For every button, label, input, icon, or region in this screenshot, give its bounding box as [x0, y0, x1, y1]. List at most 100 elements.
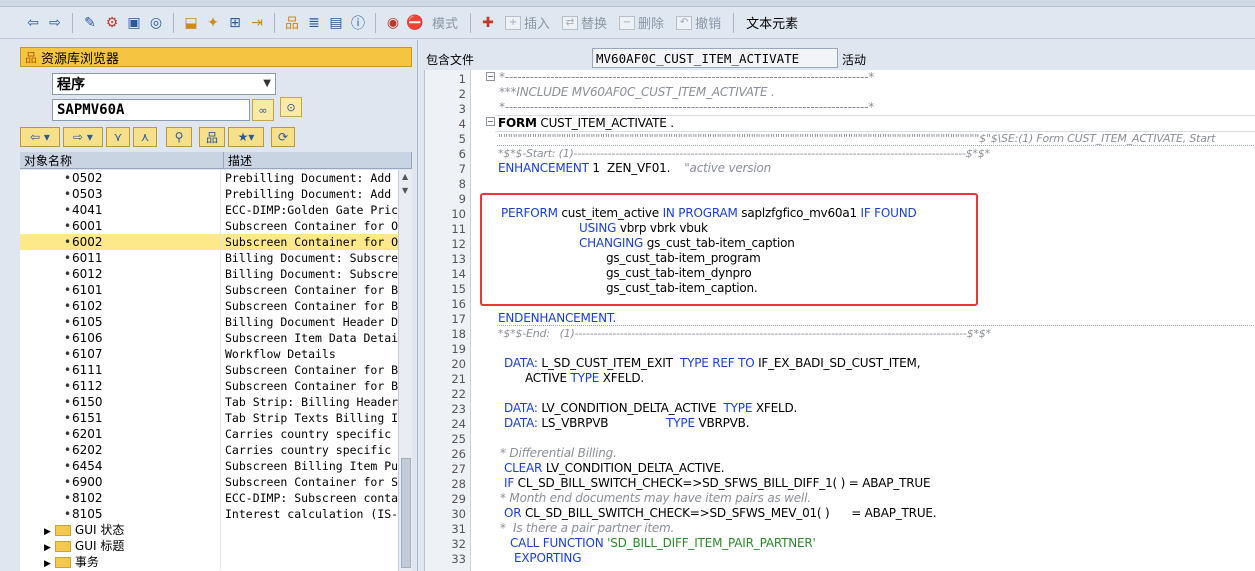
- column-object-name[interactable]: 对象名称: [20, 152, 224, 168]
- stop-icon[interactable]: ⛔: [404, 12, 426, 34]
- display-glasses-button[interactable]: ∞: [252, 99, 274, 121]
- code-area[interactable]: *---------------------------------------…: [495, 70, 1255, 571]
- magic-wand-icon[interactable]: ✦: [202, 12, 224, 34]
- object-type-dropdown[interactable]: 程序 ▼: [52, 73, 276, 95]
- screen-description: Carries country specific detail sc: [220, 442, 398, 458]
- screen-number: 6001: [72, 219, 103, 233]
- expand-arrow-icon[interactable]: ▶: [44, 527, 51, 537]
- tree-row[interactable]: •0503Prebilling Document: Add manu: [20, 186, 398, 202]
- include-label: 包含文件: [426, 53, 475, 67]
- fold-toggle-icon[interactable]: −: [486, 117, 495, 126]
- tree-row[interactable]: •6101Subscreen Container for BAdI L: [20, 282, 398, 298]
- tree-row[interactable]: •6151Tab Strip Texts Billing Item: [20, 410, 398, 426]
- tree-row[interactable]: •4041ECC-DIMP:Golden Gate Price Pr: [20, 202, 398, 218]
- where-used-icon[interactable]: ◎: [145, 12, 167, 34]
- check-syntax-icon[interactable]: ⚙: [101, 12, 123, 34]
- favorites-star-icon[interactable]: ★▾: [228, 127, 264, 147]
- bullet-icon: •: [64, 363, 72, 377]
- tree-row-name: •6106: [20, 330, 220, 346]
- tree-row[interactable]: •0502Prebilling Document: Add sales: [20, 170, 398, 186]
- tree-row[interactable]: •8102ECC-DIMP: Subscreen container: [20, 490, 398, 506]
- tree-row[interactable]: •6202Carries country specific detail sc: [20, 442, 398, 458]
- tree-folder[interactable]: ▶ GUI 状态: [20, 522, 398, 538]
- forward-arrow-icon[interactable]: ⇨: [44, 12, 66, 34]
- tree-row[interactable]: •6106 Subscreen Item Data Detail: [20, 330, 398, 346]
- or-condition: CL_SD_BILL_SWITCH_CHECK=>SD_SFWS_MEV_01(…: [521, 506, 937, 520]
- scroll-down-icon[interactable]: ▼: [402, 186, 408, 195]
- tree-row[interactable]: •6012Billing Document: Subscreen, G: [20, 266, 398, 282]
- previous-object-button[interactable]: ⇦ ▾: [20, 127, 60, 147]
- screen-number: 6101: [72, 283, 103, 297]
- expand-arrow-icon[interactable]: ▶: [44, 543, 51, 553]
- object-list-icon[interactable]: ⬓: [180, 12, 202, 34]
- replace-button[interactable]: ⇄ 替换: [556, 12, 613, 34]
- line-number: 8: [458, 177, 466, 191]
- info-icon[interactable]: ⓘ: [347, 12, 369, 34]
- breakpoint-icon[interactable]: ◉: [382, 12, 404, 34]
- kw-data: DATA:: [504, 401, 538, 415]
- expand-all-icon[interactable]: ⋎: [106, 127, 130, 147]
- scroll-thumb[interactable]: [401, 458, 411, 568]
- undo-icon: ↶: [676, 15, 693, 30]
- screen-number: 0502: [72, 171, 103, 185]
- tree-row[interactable]: •6112Subscreen Container for BAdI L: [20, 378, 398, 394]
- hierarchy-icon[interactable]: 品: [281, 12, 303, 34]
- text-elements-button[interactable]: 文本元素: [740, 12, 804, 34]
- object-name-input[interactable]: SAPMV60A: [52, 99, 250, 121]
- expand-arrow-icon[interactable]: ▶: [44, 559, 51, 569]
- tree-row[interactable]: •6454Subscreen Billing Item Purchasir: [20, 458, 398, 474]
- tree-structure-icon[interactable]: 品: [199, 127, 225, 147]
- window-icon[interactable]: ▤: [325, 12, 347, 34]
- back-arrow-icon[interactable]: ⇦: [22, 12, 44, 34]
- scroll-up-icon[interactable]: ▲: [402, 172, 408, 181]
- enhancement-icon[interactable]: ✚: [477, 12, 499, 34]
- folder-description: [220, 554, 398, 570]
- editor-header: 包含文件 MV60AF0C_CUST_ITEM_ACTIVATE 活动: [418, 40, 1255, 70]
- tree-row[interactable]: •6011Billing Document: Subscreen, G: [20, 250, 398, 266]
- tree-row[interactable]: •6001Subscreen Container for Overvi: [20, 218, 398, 234]
- fold-toggle-icon[interactable]: −: [486, 72, 495, 81]
- test-run-icon[interactable]: ⇥: [246, 12, 268, 34]
- toolbar-separator: [375, 12, 376, 33]
- tree-row[interactable]: •6002Subscreen Container for Overvi: [20, 234, 398, 250]
- activate-icon[interactable]: ▣: [123, 12, 145, 34]
- mode-button[interactable]: 模式: [426, 12, 464, 34]
- tree-row[interactable]: •6102Subscreen Container for BAdI L: [20, 298, 398, 314]
- binoculars-icon[interactable]: ⚲: [166, 127, 192, 147]
- tree-row-name: •8105: [20, 506, 220, 522]
- repository-browser-pane: 品 资源库浏览器 程序 ▼ SAPMV60A ∞ ⊙ ⇦ ▾ ⇨ ▾ ⋎ ⋏ ⚲…: [0, 40, 418, 571]
- tree-row[interactable]: •6105Billing Document Header Detail: [20, 314, 398, 330]
- delete-button[interactable]: − 删除: [613, 12, 670, 34]
- kw-clear: CLEAR: [504, 461, 543, 475]
- insert-button[interactable]: + 插入: [499, 12, 556, 34]
- code-editor[interactable]: 1 2 3 4 5 6 7 8 9 10 11 12 13 14 15 16 17 18 19 20 21 22 23 24 2…: [424, 70, 1255, 571]
- include-name-value: MV60AF0C_CUST_ITEM_ACTIVATE: [596, 50, 800, 66]
- tree-row[interactable]: •6107 Workflow Details: [20, 346, 398, 362]
- pattern-icon[interactable]: ⊞: [224, 12, 246, 34]
- tree-folder[interactable]: ▶ 事务: [20, 554, 398, 570]
- tree-row[interactable]: •6150Tab Strip: Billing Header Texts: [20, 394, 398, 410]
- refresh-button[interactable]: ⊙: [280, 97, 302, 117]
- sync-icon[interactable]: ⟳: [271, 127, 295, 147]
- collapse-all-icon[interactable]: ⋏: [133, 127, 157, 147]
- repository-browser-title[interactable]: 品 资源库浏览器: [20, 47, 412, 67]
- kw-or: OR: [504, 506, 522, 520]
- tree-folder[interactable]: ▶ GUI 标题: [20, 538, 398, 554]
- stack-icon[interactable]: ≣: [303, 12, 325, 34]
- line-number: 20: [451, 357, 466, 371]
- tree-row[interactable]: •6111Subscreen Container for BAdI L: [20, 362, 398, 378]
- tree-row[interactable]: •8105Interest calculation (IS-Oil SDP: [20, 506, 398, 522]
- undo-button[interactable]: ↶ 撤销: [670, 12, 727, 34]
- line-number: 21: [451, 372, 466, 386]
- tree-row[interactable]: •6900Subscreen Container for Subscr: [20, 474, 398, 490]
- tree-row[interactable]: •6201Carries country specific detail sc: [20, 426, 398, 442]
- tree-scrollbar[interactable]: ▲ ▼: [398, 170, 412, 571]
- next-object-button[interactable]: ⇨ ▾: [63, 127, 103, 147]
- function-name-string: 'SD_BILL_DIFF_ITEM_PAIR_PARTNER': [603, 536, 816, 550]
- column-description[interactable]: 描述: [224, 152, 412, 168]
- display-change-icon[interactable]: ✎: [79, 12, 101, 34]
- repository-browser-title-label: 资源库浏览器: [41, 51, 120, 67]
- kw-type: TYPE: [666, 416, 695, 430]
- code-line-18: *$*$-End: (1)---------------------------…: [498, 327, 991, 340]
- chevron-down-icon[interactable]: ▼: [263, 78, 271, 89]
